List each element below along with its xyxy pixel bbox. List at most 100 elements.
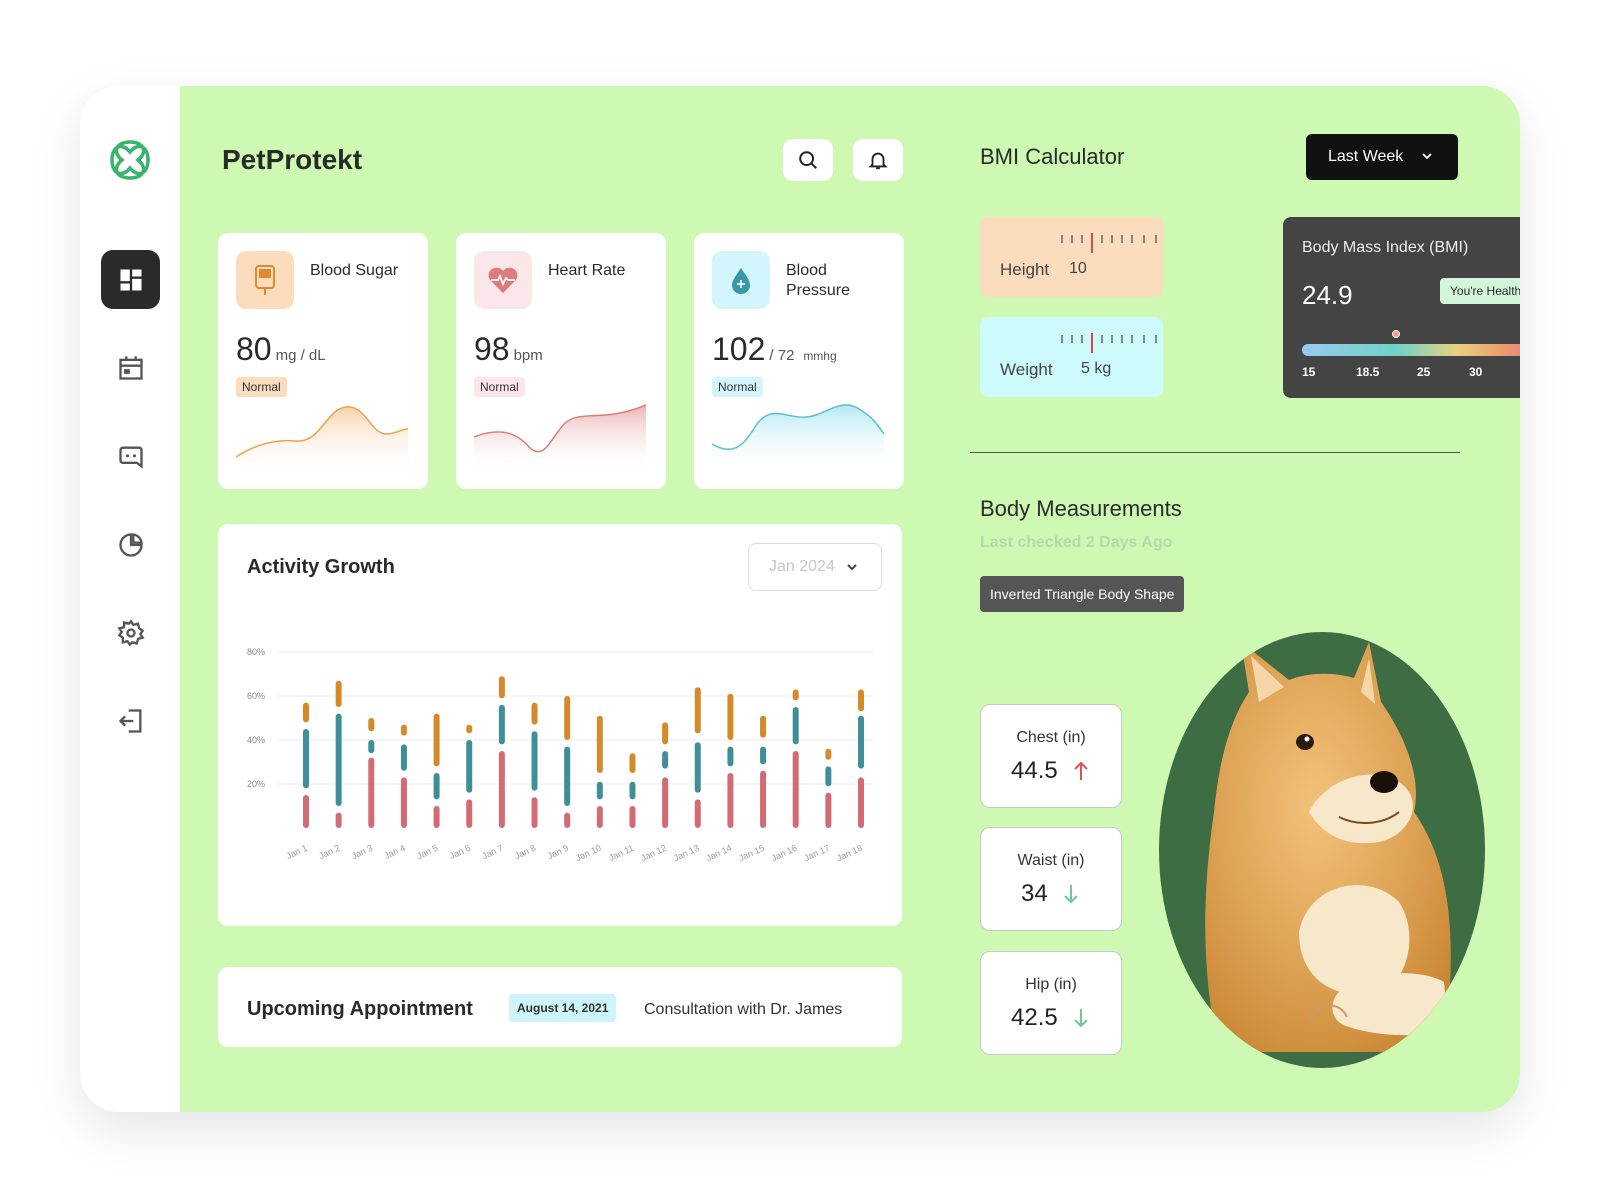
bar-segment (368, 757, 375, 828)
x-tick-label: Jan 12 (639, 843, 668, 863)
activity-chart: 80% 60% 40% 20% Jan 1 Jan 2 Jan 3 Jan 4 Jan 5 Jan… (247, 647, 873, 863)
height-value: 10 (1069, 260, 1087, 277)
chest-measurement-card[interactable]: Chest (in) 44.5 (980, 704, 1122, 808)
pet-photo (1159, 632, 1485, 1068)
measurement-label: Chest (in) (1016, 729, 1086, 746)
bar-segment (335, 713, 342, 806)
appointment-date: August 14, 2021 (509, 994, 617, 1022)
notifications-button[interactable] (853, 139, 903, 181)
x-tick-label: Jan 7 (481, 843, 505, 861)
vital-value: 98 bpm (474, 331, 543, 367)
blood-sugar-card[interactable]: Blood Sugar 80 mg / dL Normal (218, 233, 428, 489)
bmi-title: BMI Calculator (980, 144, 1125, 169)
bar-segment (433, 713, 440, 767)
month-select[interactable]: Jan 2024 (748, 543, 882, 591)
bar-segment (858, 689, 864, 712)
body-measurements-title: Body Measurements (980, 496, 1182, 521)
bar-segment (596, 781, 603, 800)
bar-segment (564, 696, 571, 740)
x-tick-label: Jan 14 (705, 843, 734, 863)
bell-icon (868, 152, 888, 170)
bar-segment (760, 770, 767, 828)
search-button[interactable] (783, 139, 833, 181)
blood-drop-icon (712, 251, 770, 309)
status-badge: Normal (236, 377, 287, 397)
blood-pressure-card[interactable]: Blood Pressure 102/ 72 mmhg Normal (694, 233, 904, 489)
bar-segment (531, 797, 538, 828)
bmi-tick: 30 (1469, 365, 1483, 379)
vital-value: 80 mg / dL (236, 331, 326, 367)
waist-measurement-card[interactable]: Waist (in) 34 (980, 827, 1122, 931)
appointment-card[interactable]: Upcoming Appointment August 14, 2021 Con… (218, 967, 902, 1047)
heart-rate-card[interactable]: Heart Rate 98 bpm Normal (456, 233, 666, 489)
period-dropdown[interactable]: Last Week (1306, 134, 1458, 180)
blood-sugar-sparkline (236, 406, 408, 474)
x-tick-label: Jan 4 (383, 843, 407, 861)
bmi-index-card: Body Mass Index (BMI) 24.9 You're Health… (1283, 217, 1520, 398)
bar-segment (727, 746, 734, 767)
bar-segment (825, 748, 832, 760)
bar-segment (564, 812, 571, 828)
month-value: Jan 2024 (769, 558, 835, 575)
heart-rate-sparkline (474, 404, 646, 474)
bar-segment (629, 753, 636, 773)
weight-label: Weight (1000, 360, 1053, 379)
measurement-label: Hip (in) (1025, 976, 1077, 993)
bar-segment (400, 724, 407, 736)
x-tick-label: Jan 18 (835, 843, 864, 863)
nav-dashboard[interactable] (101, 250, 160, 309)
x-tick-label: Jan 16 (770, 843, 799, 863)
sidebar (80, 86, 180, 1112)
app-window: PetProtekt Blood Sugar 80mg / dL Normal (80, 86, 1520, 1112)
main-content: PetProtekt Blood Sugar 80mg / dL Normal (180, 86, 1520, 1112)
bmi-tick: 18.5 (1356, 365, 1380, 379)
x-tick-label: Jan 15 (737, 843, 766, 863)
measurement-value: 34 (1021, 880, 1048, 907)
appointment-title: Upcoming Appointment (247, 998, 473, 1020)
bar-segment (335, 680, 342, 707)
activity-title: Activity Growth (247, 556, 395, 578)
bar-segment (629, 781, 636, 800)
activity-growth-card: Activity Growth Jan 2024 80% 60% 40% 20% Jan… (218, 524, 902, 926)
vital-title: Blood Sugar (310, 262, 399, 279)
chat-icon (118, 446, 143, 469)
y-tick-label: 80% (247, 647, 265, 657)
bar-segment (303, 795, 309, 828)
nav-logout[interactable] (101, 691, 160, 750)
nav-messages[interactable] (101, 427, 160, 486)
bar-segment (858, 777, 864, 828)
bar-segment (596, 715, 603, 773)
heart-icon (474, 251, 532, 309)
bar-segment (433, 773, 440, 800)
bar-segment (531, 702, 538, 725)
bmi-index-value: 24.9 (1302, 280, 1353, 310)
measurement-value: 44.5 (1011, 757, 1058, 784)
bar-segment (466, 740, 473, 793)
bar-segment (760, 715, 767, 738)
x-tick-label: Jan 3 (350, 843, 374, 861)
app-title: PetProtekt (222, 144, 363, 175)
weight-input[interactable]: Weight 5 kg (980, 317, 1163, 397)
vital-title: Blood Pressure (786, 262, 851, 299)
bar-segment (596, 806, 603, 828)
bar-segment (400, 744, 407, 771)
x-tick-label: Jan 5 (415, 843, 439, 861)
hip-measurement-card[interactable]: Hip (in) 42.5 (980, 951, 1122, 1055)
bar-segment (792, 751, 799, 828)
appointment-description: Consultation with Dr. James (644, 1001, 843, 1018)
nav-settings[interactable] (101, 603, 160, 662)
nav-reports[interactable] (101, 515, 160, 574)
blood-pressure-sparkline (712, 404, 884, 474)
x-tick-label: Jan 13 (672, 843, 701, 863)
bar-segment (792, 689, 799, 701)
bar-segment (694, 687, 701, 734)
bar-segment (760, 746, 767, 765)
bmi-status-badge: You're Healthy (1440, 278, 1520, 304)
bar-segment (368, 740, 375, 754)
height-input[interactable]: Height 10 (980, 217, 1163, 297)
bmi-pointer (1392, 330, 1401, 338)
logout-icon (118, 708, 141, 733)
nav-calendar[interactable] (101, 338, 160, 397)
search-icon (799, 151, 817, 169)
y-tick-label: 60% (247, 691, 265, 701)
